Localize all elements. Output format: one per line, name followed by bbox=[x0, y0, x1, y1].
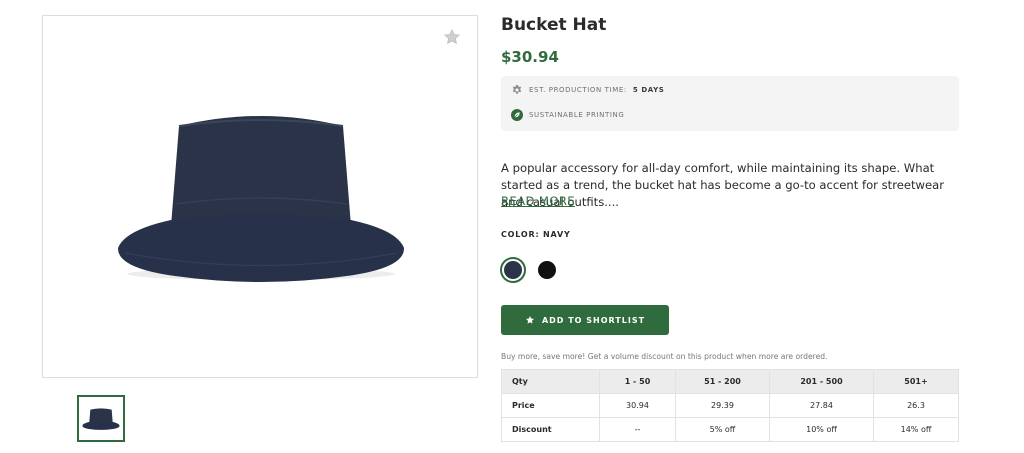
table-cell: 27.84 bbox=[769, 393, 874, 418]
sustainable-printing-label: SUSTAINABLE PRINTING bbox=[529, 111, 625, 119]
swatch-navy-fill bbox=[504, 261, 522, 279]
table-cell: 5% off bbox=[675, 417, 770, 442]
bulk-pricing-table: Qty 1 - 50 51 - 200 201 - 500 501+ Price… bbox=[501, 369, 959, 442]
production-time-value: 5 DAYS bbox=[632, 86, 665, 94]
sustainable-printing: SUSTAINABLE PRINTING bbox=[511, 109, 624, 121]
product-thumbnail[interactable] bbox=[77, 395, 125, 442]
product-price: $30.94 bbox=[501, 48, 559, 66]
gear-icon bbox=[512, 85, 522, 94]
table-cell: 14% off bbox=[873, 417, 959, 442]
product-image bbox=[117, 116, 405, 282]
table-row: Price 30.94 29.39 27.84 26.3 bbox=[501, 393, 959, 418]
table-cell: Price bbox=[501, 393, 600, 418]
table-header: 501+ bbox=[873, 369, 959, 394]
table-header: Qty bbox=[501, 369, 600, 394]
table-header: 201 - 500 bbox=[769, 369, 874, 394]
table-cell: 30.94 bbox=[599, 393, 676, 418]
table-row: Discount -- 5% off 10% off 14% off bbox=[501, 417, 959, 442]
table-header: 51 - 200 bbox=[675, 369, 770, 394]
feature-box: EST. PRODUCTION TIME: 5 DAYS SUSTAINABLE… bbox=[501, 76, 959, 131]
add-to-shortlist-label: ADD TO SHORTLIST bbox=[541, 315, 646, 325]
production-time: EST. PRODUCTION TIME: 5 DAYS bbox=[511, 84, 664, 96]
star-icon bbox=[525, 316, 534, 324]
add-to-shortlist-button[interactable]: ADD TO SHORTLIST bbox=[501, 305, 669, 335]
thumbnail-image bbox=[82, 407, 120, 430]
table-cell: Discount bbox=[501, 417, 600, 442]
bulk-discount-note: Buy more, save more! Get a volume discou… bbox=[501, 352, 828, 361]
color-swatch-navy[interactable] bbox=[500, 257, 526, 283]
product-title: Bucket Hat bbox=[501, 15, 607, 35]
production-time-label: EST. PRODUCTION TIME: bbox=[529, 86, 627, 94]
table-header: 1 - 50 bbox=[599, 369, 676, 394]
color-swatch-black[interactable] bbox=[534, 257, 560, 283]
color-label: COLOR: NAVY bbox=[501, 230, 571, 239]
read-more-link[interactable]: READ MORE bbox=[501, 194, 575, 208]
product-image-frame bbox=[42, 15, 478, 378]
table-header-row: Qty 1 - 50 51 - 200 201 - 500 501+ bbox=[501, 369, 959, 394]
table-cell: 10% off bbox=[769, 417, 874, 442]
swatch-black-fill bbox=[538, 261, 556, 279]
table-cell: 26.3 bbox=[873, 393, 959, 418]
table-cell: 29.39 bbox=[675, 393, 770, 418]
leaf-icon bbox=[511, 109, 523, 121]
table-cell: -- bbox=[599, 417, 676, 442]
star-icon[interactable] bbox=[443, 28, 461, 46]
